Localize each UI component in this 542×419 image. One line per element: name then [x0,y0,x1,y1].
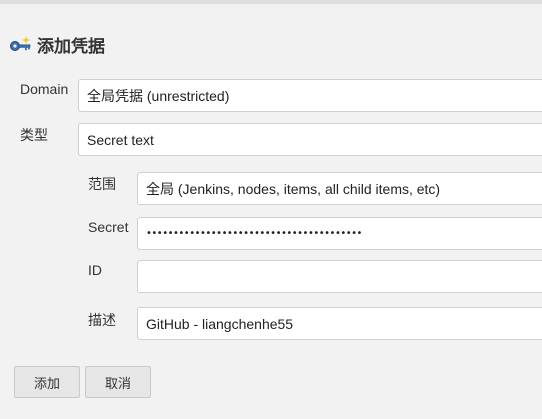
scope-select[interactable]: 全局 (Jenkins, nodes, items, all child ite… [137,172,542,205]
kind-label: 类型 [20,127,48,143]
kind-select[interactable]: Secret text [78,123,542,156]
description-input[interactable]: GitHub - liangchenhe55 [137,307,542,340]
domain-select[interactable]: 全局凭据 (unrestricted) [78,79,542,112]
description-label: 描述 [88,312,116,328]
description-value: GitHub - liangchenhe55 [146,315,294,332]
scope-value: 全局 (Jenkins, nodes, items, all child ite… [146,180,441,197]
cancel-button[interactable]: 取消 [85,366,151,398]
id-input[interactable] [137,260,542,293]
secret-value: •••••••••••••••••••••••••••••••••••••••• [146,228,362,239]
kind-value: Secret text [87,131,154,148]
id-label: ID [88,262,102,278]
secret-label: Secret [88,219,129,235]
key-icon [9,34,31,56]
add-button[interactable]: 添加 [14,366,80,398]
page-heading: 添加凭据 [9,32,105,57]
domain-value: 全局凭据 (unrestricted) [87,87,230,104]
top-divider [0,0,542,4]
secret-input[interactable]: •••••••••••••••••••••••••••••••••••••••• [137,217,542,250]
domain-label: Domain [20,81,69,97]
scope-label: 范围 [88,176,116,192]
page-title: 添加凭据 [37,37,105,57]
